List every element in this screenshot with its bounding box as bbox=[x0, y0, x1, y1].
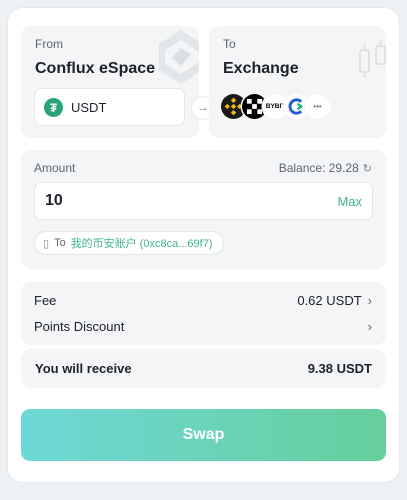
receive-label: You will receive bbox=[35, 361, 132, 376]
exchange-watermark-icon bbox=[359, 40, 386, 78]
balance-text: Balance: 29.28 bbox=[278, 161, 359, 175]
token-select[interactable]: ₮ USDT bbox=[34, 88, 185, 126]
to-label: To bbox=[223, 37, 236, 51]
points-discount-row[interactable]: › bbox=[368, 319, 372, 334]
refresh-icon[interactable]: ↻ bbox=[363, 162, 372, 175]
chevron-right-icon: › bbox=[367, 319, 372, 334]
recipient-prefix: To bbox=[54, 237, 66, 249]
recipient-account-chip[interactable]: ▯ To 我的币安账户 (0xc8ca...69f7) bbox=[34, 231, 224, 255]
from-panel[interactable]: From Conflux eSpace ₮ USDT bbox=[21, 26, 199, 138]
max-button[interactable]: Max bbox=[337, 194, 362, 209]
fee-row[interactable]: 0.62 USDT › bbox=[297, 293, 372, 308]
chevron-right-icon: › bbox=[367, 293, 372, 308]
receive-value: 9.38 USDT bbox=[307, 361, 372, 376]
fee-label: Fee bbox=[34, 293, 57, 308]
amount-panel: Amount Balance: 29.28 ↻ Max ▯ To 我的币安账户 … bbox=[21, 150, 386, 269]
fee-panel: Fee 0.62 USDT › Points Discount › bbox=[21, 282, 386, 345]
swap-button[interactable]: Swap bbox=[21, 409, 386, 461]
receive-panel: You will receive 9.38 USDT bbox=[21, 349, 386, 388]
fee-value: 0.62 USDT bbox=[297, 293, 362, 308]
amount-field[interactable]: Max bbox=[34, 182, 373, 220]
recipient-account: 我的币安账户 (0xc8ca...69f7) bbox=[70, 238, 213, 250]
token-symbol: USDT bbox=[71, 100, 107, 115]
conflux-logo-icon bbox=[159, 30, 199, 84]
from-label: From bbox=[35, 37, 63, 51]
amount-label: Amount bbox=[34, 161, 76, 175]
exchange-icon-list: BYBIT ••• bbox=[221, 94, 331, 119]
more-icon[interactable]: ••• bbox=[305, 94, 330, 119]
points-discount-label: Points Discount bbox=[34, 319, 125, 334]
tether-icon: ₮ bbox=[44, 98, 63, 117]
balance-display[interactable]: Balance: 29.28 ↻ bbox=[279, 161, 372, 175]
amount-input[interactable] bbox=[45, 189, 305, 213]
to-panel[interactable]: To Exchange BYBIT ••• bbox=[209, 26, 386, 138]
wallet-icon: ▯ bbox=[43, 237, 50, 250]
to-chain-name: Exchange bbox=[223, 60, 299, 77]
from-chain-name: Conflux eSpace bbox=[35, 60, 156, 77]
